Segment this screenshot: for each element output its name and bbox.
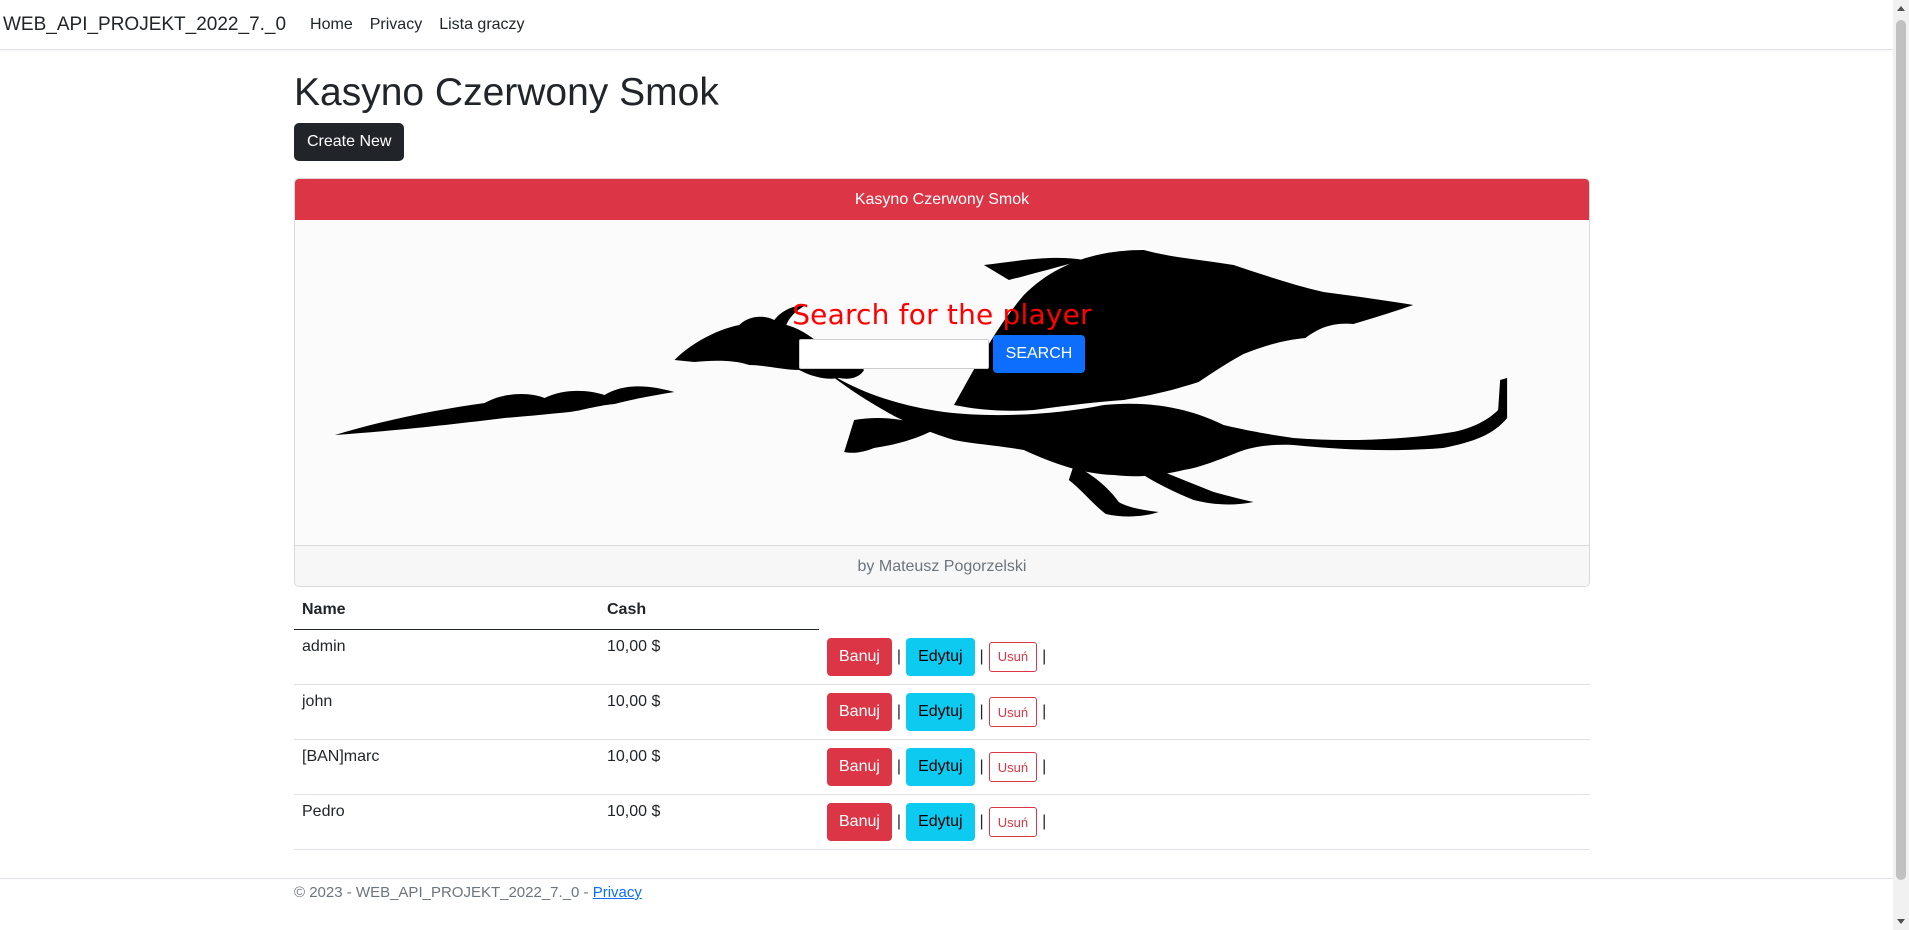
table-row: [BAN]marc 10,00 $ Banuj | Edytuj | Usuń … [294, 739, 1590, 796]
search-input[interactable] [798, 338, 989, 369]
footer-privacy-link[interactable]: Privacy [593, 884, 642, 901]
page-title: Kasyno Czerwony Smok [294, 71, 719, 114]
table-row: Pedro 10,00 $ Banuj | Edytuj | Usuń | [294, 794, 1590, 851]
separator: | [896, 647, 902, 665]
separator: | [979, 647, 984, 665]
footer-copyright: © 2023 - WEB_API_PROJEKT_2022_7._0 - [294, 884, 593, 901]
table-header-row: Name Cash [294, 588, 1590, 631]
ban-button[interactable]: Banuj [827, 748, 892, 787]
row-actions: Banuj | Edytuj | Usuń | [819, 684, 1590, 741]
scroll-up-arrow-icon[interactable] [1897, 6, 1905, 11]
card-body: Search for the player SEARCH [295, 219, 1589, 545]
separator: | [896, 813, 902, 831]
page-footer: © 2023 - WEB_API_PROJEKT_2022_7._0 - Pri… [0, 878, 1893, 930]
player-cash: 10,00 $ [599, 739, 819, 796]
column-header-name: Name [294, 588, 599, 631]
table-row: john 10,00 $ Banuj | Edytuj | Usuń | [294, 684, 1590, 741]
card-header: Kasyno Czerwony Smok [295, 178, 1589, 220]
scrollbar-thumb[interactable] [1896, 20, 1906, 880]
create-new-button[interactable]: Create New [294, 122, 405, 161]
separator: | [979, 703, 984, 721]
separator: | [896, 758, 902, 776]
row-actions: Banuj | Edytuj | Usuń | [819, 794, 1590, 851]
ban-button[interactable]: Banuj [827, 637, 892, 676]
separator: | [1042, 703, 1047, 721]
brand-link[interactable]: WEB_API_PROJEKT_2022_7._0 [3, 14, 286, 36]
edit-button[interactable]: Edytuj [906, 693, 975, 732]
navbar: WEB_API_PROJEKT_2022_7._0 Home Privacy L… [0, 0, 1893, 50]
delete-button[interactable]: Usuń [988, 697, 1038, 728]
column-header-actions [819, 589, 1590, 630]
column-header-cash: Cash [599, 588, 819, 631]
delete-button[interactable]: Usuń [988, 752, 1038, 783]
ban-button[interactable]: Banuj [827, 803, 892, 842]
delete-button[interactable]: Usuń [988, 807, 1038, 838]
footer-content: © 2023 - WEB_API_PROJEKT_2022_7._0 - Pri… [294, 884, 1893, 901]
separator: | [1042, 647, 1047, 665]
row-actions: Banuj | Edytuj | Usuń | [819, 739, 1590, 796]
edit-button[interactable]: Edytuj [906, 803, 975, 842]
player-name: [BAN]marc [294, 739, 599, 796]
dragon-image [334, 249, 1508, 517]
delete-button[interactable]: Usuń [988, 641, 1038, 672]
nav-link-privacy[interactable]: Privacy [370, 16, 422, 34]
row-actions: Banuj | Edytuj | Usuń | [819, 629, 1590, 686]
separator: | [979, 758, 984, 776]
main-container: Kasyno Czerwony Smok Create New Kasyno C… [294, 50, 1590, 851]
player-name: Pedro [294, 794, 599, 851]
search-row: SEARCH [295, 334, 1589, 373]
edit-button[interactable]: Edytuj [906, 637, 975, 676]
nav-link-lista-graczy[interactable]: Lista graczy [439, 16, 524, 34]
player-cash: 10,00 $ [599, 794, 819, 851]
ban-button[interactable]: Banuj [827, 693, 892, 732]
separator: | [1042, 813, 1047, 831]
separator: | [979, 813, 984, 831]
player-name: admin [294, 629, 599, 686]
vertical-scrollbar[interactable] [1893, 0, 1909, 930]
scroll-down-arrow-icon[interactable] [1897, 919, 1905, 924]
separator: | [1042, 758, 1047, 776]
search-button[interactable]: SEARCH [992, 334, 1086, 373]
player-cash: 10,00 $ [599, 684, 819, 741]
players-table: Name Cash admin 10,00 $ Banuj | Edytuj |… [294, 588, 1590, 851]
separator: | [896, 703, 902, 721]
player-name: john [294, 684, 599, 741]
card-footer: by Mateusz Pogorzelski [295, 544, 1589, 586]
nav-link-home[interactable]: Home [310, 16, 353, 34]
edit-button[interactable]: Edytuj [906, 748, 975, 787]
casino-card: Kasyno Czerwony Smok Search for the play [294, 177, 1590, 587]
table-row: admin 10,00 $ Banuj | Edytuj | Usuń | [294, 629, 1590, 686]
search-block: Search for the player SEARCH [295, 298, 1589, 373]
search-title: Search for the player [792, 297, 1092, 331]
player-cash: 10,00 $ [599, 629, 819, 686]
